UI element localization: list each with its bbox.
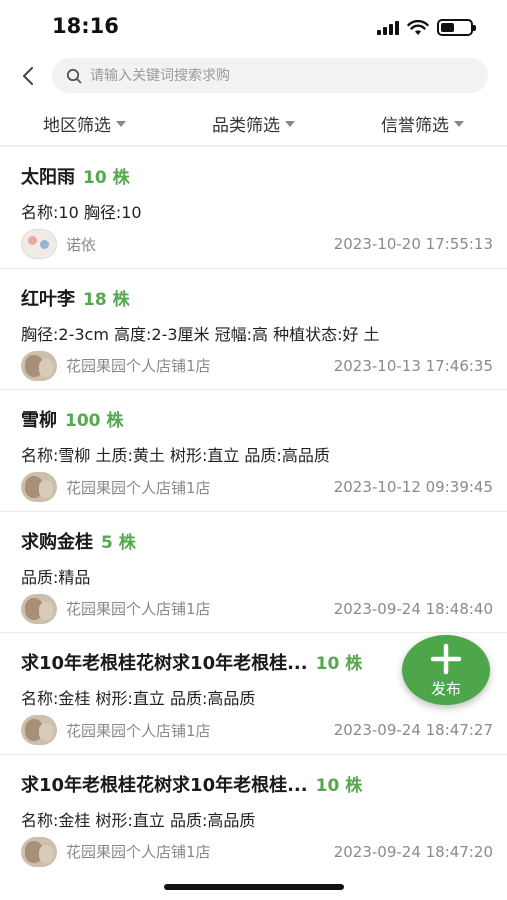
- caret-down-icon: [285, 121, 295, 127]
- battery-level: [441, 23, 454, 32]
- chevron-left-icon: [23, 67, 33, 85]
- list-item[interactable]: 求10年老根桂花树求10年老根桂... 10 株 名称:金桂 树形:直立 品质:…: [0, 755, 507, 877]
- item-title-row: 求10年老根桂花树求10年老根桂... 10 株: [21, 649, 362, 675]
- publish-button[interactable]: 发布: [402, 635, 490, 705]
- avatar[interactable]: [21, 836, 57, 867]
- list-item[interactable]: 求购金桂 5 株 品质:精品 花园果园个人店铺1店 2023-09-24 18:…: [0, 512, 507, 633]
- item-title: 红叶李: [21, 288, 75, 310]
- item-quantity: 100 株: [65, 411, 124, 431]
- list-item[interactable]: 红叶李 18 株 胸径:2-3cm 高度:2-3厘米 冠幅:高 种植状态:好 土…: [0, 269, 507, 390]
- item-quantity: 10 株: [315, 654, 363, 674]
- search-input[interactable]: [90, 67, 470, 84]
- shop-name: 花园果园个人店铺1店: [66, 843, 211, 861]
- status-time: 18:16: [52, 14, 119, 38]
- filter-category-label: 品类筛选: [212, 115, 280, 136]
- item-time: 2023-09-24 18:48:40: [333, 599, 493, 618]
- filter-reputation-label: 信誉筛选: [381, 115, 449, 136]
- item-attributes: 名称:金桂 树形:直立 品质:高品质: [21, 810, 256, 830]
- search-header: [0, 56, 507, 96]
- publish-button-label: 发布: [430, 679, 461, 698]
- filter-region-label: 地区筛选: [43, 115, 111, 136]
- item-title: 求10年老根桂花树求10年老根桂...: [21, 653, 308, 674]
- item-time: 2023-09-24 18:47:20: [333, 842, 493, 861]
- item-meta: 花园果园个人店铺1店 2023-09-24 18:48:40: [21, 593, 493, 624]
- avatar[interactable]: [21, 229, 57, 259]
- caret-down-icon: [454, 121, 464, 127]
- item-time: 2023-09-24 18:47:27: [333, 721, 493, 739]
- item-title-row: 雪柳 100 株: [21, 406, 123, 432]
- filter-bar: 地区筛选 品类筛选 信誉筛选: [0, 104, 507, 142]
- item-attributes: 胸径:2-3cm 高度:2-3厘米 冠幅:高 种植状态:好 土: [21, 324, 380, 344]
- avatar[interactable]: [21, 350, 57, 381]
- item-time: 2023-10-13 17:46:35: [333, 356, 493, 375]
- list-item[interactable]: 雪柳 100 株 名称:雪柳 土质:黄土 树形:直立 品质:高品质 花园果园个人…: [0, 390, 507, 512]
- home-indicator[interactable]: [164, 884, 344, 890]
- item-title: 求10年老根桂花树求10年老根桂...: [21, 774, 308, 796]
- item-quantity: 10 株: [83, 168, 130, 188]
- avatar[interactable]: [21, 472, 57, 502]
- item-title-row: 红叶李 18 株: [21, 285, 130, 311]
- item-time: 2023-10-20 17:55:13: [333, 235, 493, 253]
- item-title-row: 求购金桂 5 株: [21, 528, 136, 554]
- list-item[interactable]: 太阳雨 10 株 名称:10 胸径:10 诺依 2023-10-20 17:55…: [0, 147, 507, 269]
- item-attributes: 品质:精品: [21, 567, 91, 587]
- item-meta: 花园果园个人店铺1店 2023-10-13 17:46:35: [21, 350, 493, 381]
- wifi-icon: [407, 19, 429, 35]
- status-icons: [377, 19, 476, 36]
- avatar[interactable]: [21, 715, 57, 745]
- filter-region[interactable]: 地区筛选: [0, 104, 169, 142]
- item-quantity: 18 株: [83, 289, 130, 310]
- shop-name: 诺依: [66, 235, 97, 254]
- filter-reputation[interactable]: 信誉筛选: [338, 104, 507, 142]
- battery-icon: [437, 19, 476, 36]
- status-bar: 18:16: [0, 0, 507, 56]
- item-meta: 花园果园个人店铺1店 2023-09-24 18:47:27: [21, 715, 493, 745]
- item-attributes: 名称:雪柳 土质:黄土 树形:直立 品质:高品质: [21, 446, 330, 465]
- item-title-row: 求10年老根桂花树求10年老根桂... 10 株: [21, 771, 362, 797]
- item-title-row: 太阳雨 10 株: [21, 163, 130, 189]
- item-meta: 花园果园个人店铺1店 2023-09-24 18:47:20: [21, 836, 493, 867]
- shop-name: 花园果园个人店铺1店: [66, 721, 211, 740]
- back-button[interactable]: [16, 62, 40, 90]
- avatar[interactable]: [21, 593, 57, 624]
- item-quantity: 10 株: [315, 775, 363, 796]
- search-icon: [66, 68, 82, 83]
- purchase-request-list: 太阳雨 10 株 名称:10 胸径:10 诺依 2023-10-20 17:55…: [0, 147, 507, 876]
- item-title: 雪柳: [21, 410, 57, 431]
- shop-name: 花园果园个人店铺1店: [66, 357, 211, 375]
- item-meta: 诺依 2023-10-20 17:55:13: [21, 229, 493, 259]
- item-meta: 花园果园个人店铺1店 2023-10-12 09:39:45: [21, 472, 493, 502]
- item-quantity: 5 株: [101, 532, 136, 553]
- caret-down-icon: [116, 121, 126, 127]
- item-attributes: 名称:10 胸径:10: [21, 203, 142, 222]
- filter-category[interactable]: 品类筛选: [169, 104, 338, 142]
- plus-icon: [430, 643, 462, 674]
- shop-name: 花园果园个人店铺1店: [66, 478, 211, 497]
- item-time: 2023-10-12 09:39:45: [333, 478, 493, 496]
- shop-name: 花园果园个人店铺1店: [66, 600, 211, 618]
- item-title: 太阳雨: [21, 167, 75, 188]
- cellular-signal-icon: [377, 20, 399, 35]
- item-title: 求购金桂: [21, 531, 93, 553]
- search-box[interactable]: [52, 58, 488, 93]
